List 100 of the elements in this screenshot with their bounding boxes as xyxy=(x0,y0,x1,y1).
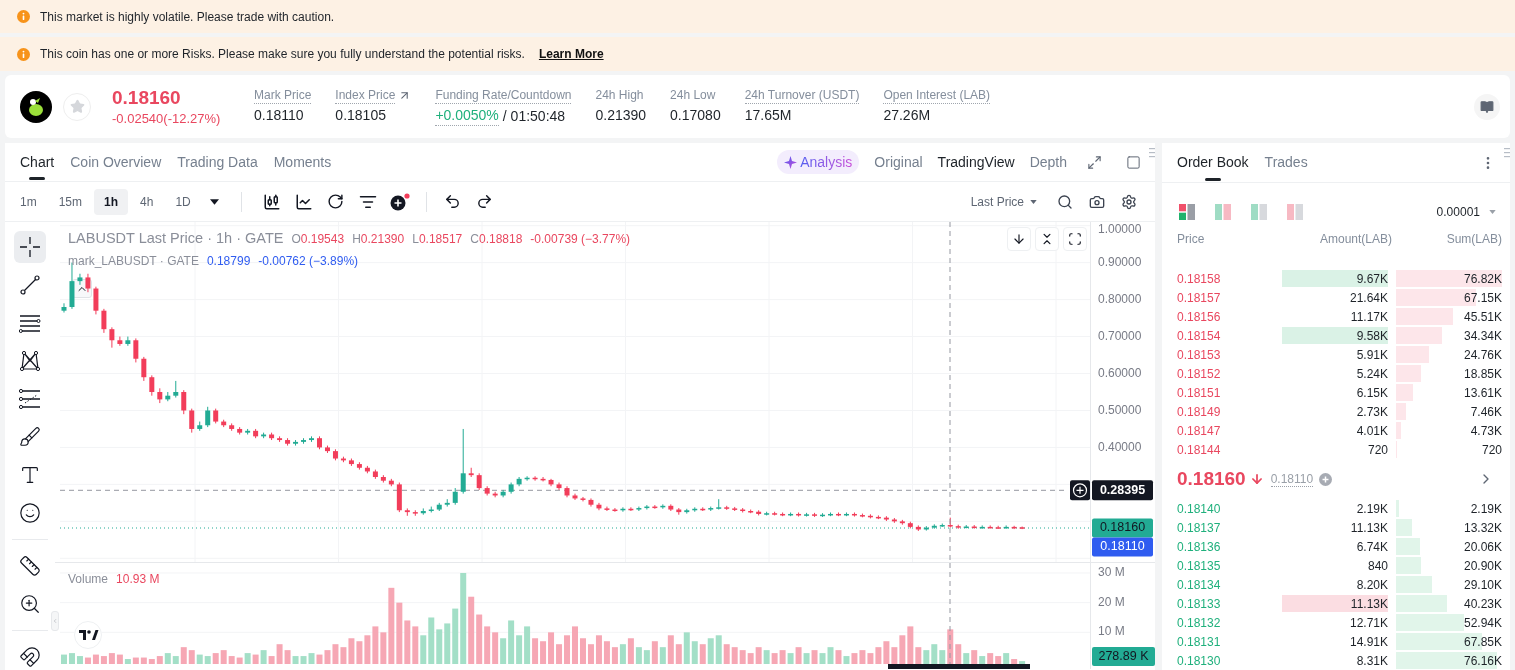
bar xyxy=(252,654,259,664)
caret-down-icon xyxy=(1489,210,1496,214)
bar xyxy=(500,638,507,664)
layout-button[interactable] xyxy=(1179,204,1195,220)
fit-button[interactable] xyxy=(1063,227,1087,251)
bar xyxy=(739,650,746,664)
candlestick xyxy=(61,302,67,314)
bar xyxy=(388,587,395,664)
ask-sum: 24.76K xyxy=(1396,345,1502,364)
line-chart-icon xyxy=(294,192,313,211)
axis-label: 30 M xyxy=(1098,565,1125,580)
ask-amount: 5.91K xyxy=(1355,346,1388,363)
bar xyxy=(931,644,938,664)
order-book-tab[interactable]: Trades xyxy=(1264,143,1308,182)
price-change: -0.02540(-12.27%) xyxy=(112,109,222,128)
volume-value: 10.93 M xyxy=(116,571,160,588)
stat-label[interactable]: Funding Rate/Countdown xyxy=(435,87,572,104)
bar xyxy=(675,644,682,664)
bar xyxy=(667,635,674,664)
bar xyxy=(723,644,730,664)
bar xyxy=(100,656,107,664)
view-tab[interactable]: Depth xyxy=(1029,151,1067,173)
chart-tab[interactable]: Coin Overview xyxy=(70,143,162,181)
bid-sum: 76.16K xyxy=(1396,651,1502,670)
axis-label: 0.90000 xyxy=(1098,254,1142,269)
candlestick xyxy=(716,498,722,511)
interval-button[interactable]: 1m xyxy=(10,188,47,215)
bar xyxy=(132,657,139,664)
ask-amount: 11.17K xyxy=(1349,308,1388,325)
ask-price: 0.18154 xyxy=(1177,327,1222,345)
bid-price: 0.18137 xyxy=(1177,519,1222,537)
precision-dropdown[interactable]: 0.00001 xyxy=(1436,203,1496,221)
bar xyxy=(643,650,650,664)
axis-label: 1.00000 xyxy=(1098,222,1142,237)
bid-sum: 29.10K xyxy=(1396,575,1502,594)
bar xyxy=(300,656,307,664)
bid-sum: 2.19K xyxy=(1396,499,1502,518)
stat-label[interactable]: Open Interest (LAB) xyxy=(883,87,991,104)
bar xyxy=(1019,661,1026,664)
interval-button[interactable]: 1D xyxy=(165,188,201,215)
ask-price: 0.18151 xyxy=(1177,384,1222,402)
bar xyxy=(659,647,666,664)
analysis-button[interactable]: Analysis xyxy=(777,150,860,174)
scroll-down-button[interactable] xyxy=(1007,227,1031,251)
view-tab[interactable]: TradingView xyxy=(937,151,1015,173)
bar xyxy=(332,644,339,664)
coin-logo-icon xyxy=(20,90,52,123)
interval-button[interactable]: 1h xyxy=(94,188,129,215)
chart-tab[interactable]: Moments xyxy=(273,143,332,181)
guide-button[interactable] xyxy=(1474,93,1500,120)
plus-circle-icon[interactable] xyxy=(1070,480,1090,501)
stat-label[interactable]: Index Price xyxy=(335,87,396,104)
level-lines-icon xyxy=(19,388,41,410)
settings-icon xyxy=(1121,193,1137,210)
bid-price: 0.18140 xyxy=(1177,500,1222,518)
bar xyxy=(572,626,578,664)
bar xyxy=(995,656,1002,664)
grip-icon[interactable] xyxy=(1149,148,1155,158)
order-book-tab[interactable]: Order Book xyxy=(1177,143,1249,182)
candlestick-icon xyxy=(262,192,281,211)
stat-label[interactable]: 24h Turnover (USDT) xyxy=(744,87,860,104)
stat-label: 24h Low xyxy=(670,87,716,104)
ohlc-value: O0.19543 xyxy=(291,231,345,248)
toggle-toolbar-button[interactable] xyxy=(51,611,59,631)
text-icon xyxy=(19,464,41,486)
bid-amount: 2.19K xyxy=(1355,500,1388,517)
interval-button[interactable]: 4h xyxy=(130,188,164,215)
bar xyxy=(220,650,227,664)
candlestick xyxy=(572,493,578,501)
warning-text: This coin has one or more Risks. Please make sure you fully understand the potential risks. xyxy=(40,46,525,63)
chart-tab[interactable]: Trading Data xyxy=(177,143,258,181)
bar xyxy=(308,653,315,664)
stat-value: 17.65M xyxy=(744,106,793,125)
bar xyxy=(84,657,91,664)
price-source-dropdown[interactable]: Last Price xyxy=(970,192,1037,211)
chart-tab[interactable]: Chart xyxy=(20,143,55,181)
bar xyxy=(819,653,826,664)
bar xyxy=(140,657,147,664)
split-layout-icon xyxy=(1179,204,1195,220)
bar xyxy=(755,647,762,664)
bar xyxy=(524,626,531,664)
search-icon xyxy=(1057,193,1073,210)
stat-label[interactable]: Mark Price xyxy=(254,87,312,104)
info-icon xyxy=(17,10,30,23)
learn-more-link[interactable]: Learn More xyxy=(538,45,604,63)
bid-amount: 6.74K xyxy=(1355,538,1388,555)
collapse-button[interactable] xyxy=(1035,227,1059,251)
interval-button[interactable]: 15m xyxy=(48,188,92,215)
ask-amount: 4.01K xyxy=(1355,422,1388,439)
bid-amount: 8.31K xyxy=(1355,652,1388,669)
crosshair-tool-button[interactable] xyxy=(14,231,46,263)
bar xyxy=(747,653,754,664)
bar xyxy=(172,656,179,664)
bar xyxy=(60,654,67,664)
ask-price: 0.18158 xyxy=(1177,270,1222,288)
view-tab[interactable]: Original xyxy=(874,151,923,173)
grip-icon[interactable] xyxy=(1504,148,1510,158)
candlestick xyxy=(109,326,115,349)
square-icon xyxy=(1125,154,1141,170)
candlestick xyxy=(604,506,610,512)
